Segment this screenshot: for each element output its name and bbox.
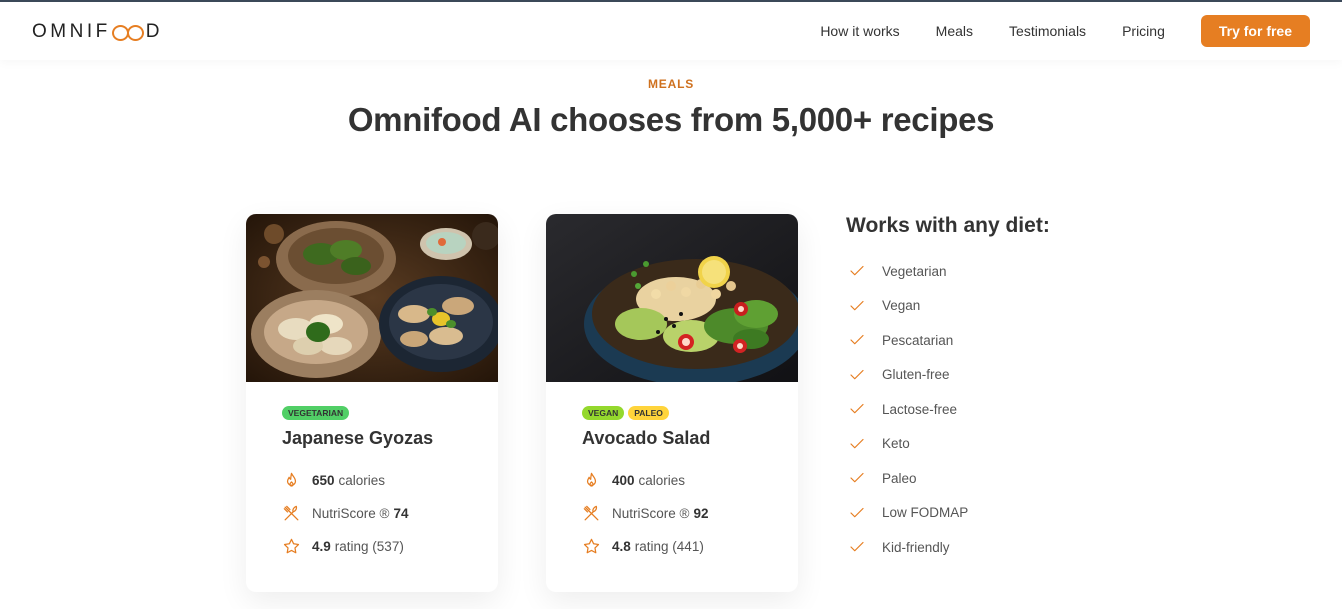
nav-testimonials[interactable]: Testimonials [1009, 23, 1086, 39]
diet-label: Lactose-free [882, 401, 958, 417]
main-nav: How it works Meals Testimonials Pricing … [820, 15, 1310, 47]
check-icon [850, 542, 864, 552]
meal-card-gyozas[interactable]: VEGETARIAN Japanese Gyozas 650 calories … [246, 214, 498, 592]
nav-pricing[interactable]: Pricing [1122, 23, 1165, 39]
meal-calories: 400 calories [582, 471, 762, 490]
gyozas-image [246, 214, 498, 382]
logo-text-prefix: OMNIF [32, 21, 111, 42]
diet-label: Vegan [882, 298, 921, 314]
nutri-value: 74 [393, 506, 409, 521]
fork-knife-icon [583, 505, 599, 521]
meal-nutriscore: NutriScore ® 92 [582, 504, 762, 523]
flame-icon [586, 472, 597, 487]
diet-item: Vegetarian [846, 254, 1050, 289]
diet-item: Kid-friendly [846, 530, 1050, 565]
logo-infinity-icon [111, 23, 145, 41]
logo-text-suffix: D [145, 21, 163, 42]
rating-value: 4.9 [312, 539, 331, 554]
avocado-salad-image [546, 214, 798, 382]
check-icon [850, 369, 864, 380]
check-icon [850, 266, 864, 276]
calories-value: 400 [612, 473, 635, 488]
nutri-value: 92 [693, 506, 709, 521]
tag-vegetarian: VEGETARIAN [282, 406, 350, 420]
diets-title: Works with any diet: [846, 214, 1050, 237]
section-heading: Omnifood AI chooses from 5,000+ recipes [347, 101, 995, 138]
check-icon [850, 335, 864, 345]
tag-vegan: VEGAN [582, 406, 625, 420]
diet-item: Vegan [846, 289, 1050, 324]
star-icon [283, 538, 300, 554]
diet-label: Gluten-free [882, 367, 950, 383]
calories-label: calories [338, 473, 386, 488]
nutri-label: NutriScore ® [312, 506, 390, 521]
diet-item: Pescatarian [846, 323, 1050, 358]
tag-paleo: PALEO [628, 406, 669, 420]
diet-label: Keto [882, 436, 910, 452]
section-subheading: MEALS [648, 77, 694, 91]
flame-icon [286, 472, 297, 487]
nav-how-it-works[interactable]: How it works [820, 23, 899, 39]
nutri-label: NutriScore ® [612, 506, 690, 521]
meal-title: Japanese Gyozas [282, 428, 434, 448]
calories-label: calories [638, 473, 686, 488]
meal-calories: 650 calories [282, 471, 462, 490]
meal-rating: 4.8 rating (441) [582, 537, 762, 556]
diet-item: Gluten-free [846, 358, 1050, 393]
diets-list: Vegetarian Vegan Pescatarian Gluten-free… [846, 254, 1050, 565]
check-icon [850, 438, 864, 449]
try-for-free-button[interactable]: Try for free [1200, 15, 1310, 47]
logo[interactable]: OMNIF D [32, 21, 163, 43]
fork-knife-icon [283, 505, 299, 521]
check-icon [850, 507, 864, 518]
diets-section: Works with any diet: Vegetarian Vegan Pe… [846, 214, 1050, 565]
check-icon [850, 404, 864, 414]
diet-item: Low FODMAP [846, 496, 1050, 531]
check-icon [850, 300, 864, 311]
diet-label: Low FODMAP [882, 505, 969, 521]
meal-nutriscore: NutriScore ® 74 [282, 504, 462, 523]
diet-item: Keto [846, 427, 1050, 462]
rating-label: rating (441) [634, 539, 704, 554]
meal-rating: 4.9 rating (537) [282, 537, 462, 556]
diet-item: Lactose-free [846, 392, 1050, 427]
diet-label: Kid-friendly [882, 539, 950, 555]
star-icon [583, 538, 600, 554]
meal-title: Avocado Salad [582, 428, 711, 448]
check-icon [850, 473, 864, 483]
nav-meals[interactable]: Meals [936, 23, 973, 39]
rating-label: rating (537) [334, 539, 404, 554]
meal-card-avocado-salad[interactable]: VEGAN PALEO Avocado Salad 400 calories N… [546, 214, 798, 592]
diet-label: Vegetarian [882, 263, 947, 279]
diet-item: Paleo [846, 461, 1050, 496]
diet-label: Paleo [882, 470, 917, 486]
diet-label: Pescatarian [882, 332, 954, 348]
rating-value: 4.8 [612, 539, 631, 554]
site-header: OMNIF D How it works Meals Testimonials … [0, 2, 1342, 60]
calories-value: 650 [312, 473, 335, 488]
